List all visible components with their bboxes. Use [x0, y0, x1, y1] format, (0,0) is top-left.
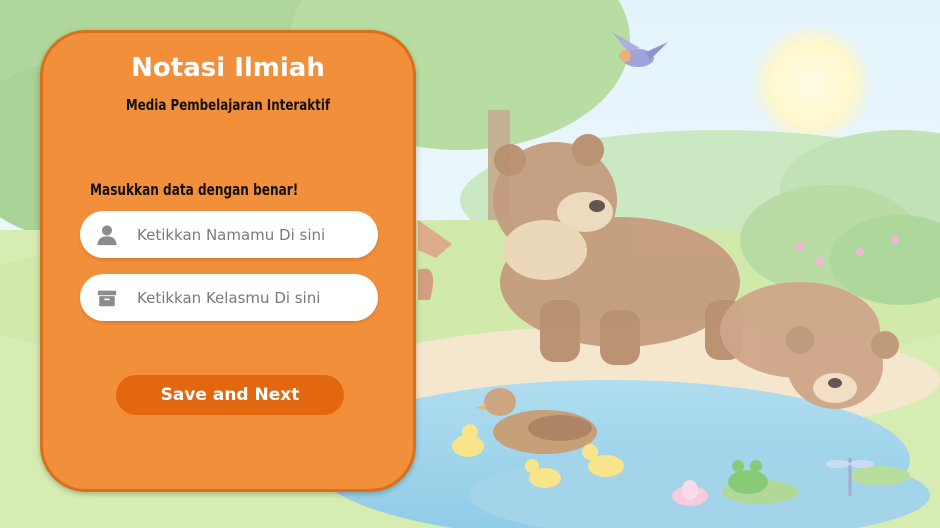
name-input[interactable]	[135, 219, 364, 251]
app-subtitle: Media Pembelajaran Interaktif	[125, 96, 331, 114]
name-field[interactable]	[80, 211, 378, 258]
class-input[interactable]	[135, 282, 364, 314]
archive-box-icon	[97, 290, 117, 307]
app-title: Notasi Ilmiah	[131, 53, 325, 83]
save-and-next-button[interactable]: Save and Next	[116, 375, 344, 415]
login-card: Notasi Ilmiah Media Pembelajaran Interak…	[40, 30, 416, 492]
user-icon	[97, 225, 117, 246]
form-instruction: Masukkan data dengan benar!	[90, 180, 299, 199]
class-field[interactable]	[80, 274, 378, 321]
